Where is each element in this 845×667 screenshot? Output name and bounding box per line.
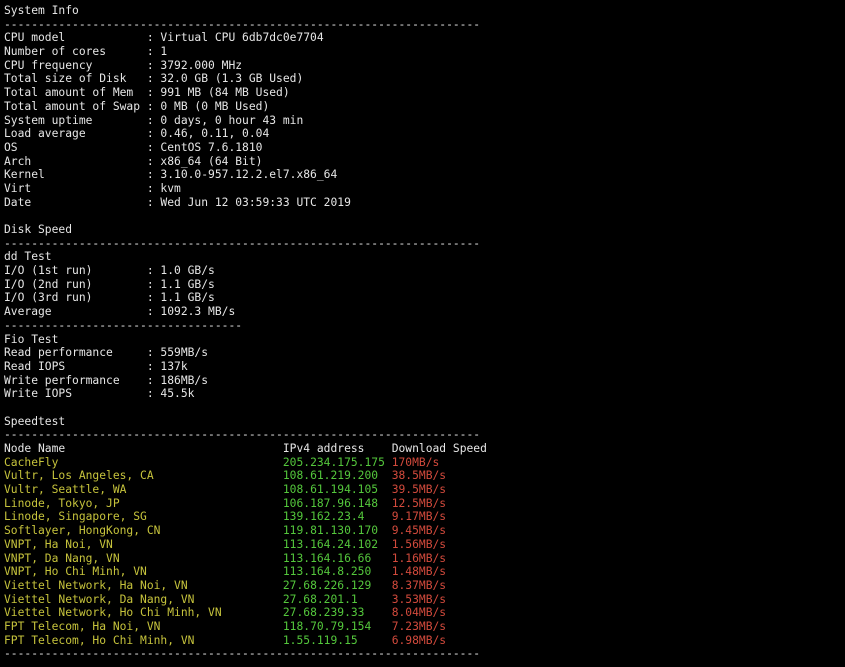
download-speed: 9.45MB/s bbox=[391, 524, 447, 538]
output-line: Average : 1092.3 MB/s bbox=[4, 305, 236, 319]
output-line: I/O (3rd run) : 1.1 GB/s bbox=[4, 291, 215, 305]
output-line: System Info bbox=[4, 4, 79, 17]
download-speed: 1.56MB/s bbox=[391, 537, 447, 551]
speedtest-header: Node Name IPv4 address Download Speed bbox=[4, 442, 487, 456]
speedtest-row: VNPT, Da Nang, VN 113.164.16.66 1.16MB/s bbox=[4, 552, 487, 566]
ipv4-address: 113.164.8.250 bbox=[282, 565, 392, 579]
node-name: CacheFly bbox=[4, 455, 283, 469]
download-speed: 1.16MB/s bbox=[391, 551, 447, 565]
terminal-output: System Info -----------------------------… bbox=[4, 4, 487, 661]
output-line: Load average : 0.46, 0.11, 0.04 bbox=[4, 127, 270, 141]
node-name: Linode, Tokyo, JP bbox=[4, 496, 283, 510]
node-name: FPT Telecom, Ha Noi, VN bbox=[4, 619, 283, 633]
column-ipv4: IPv4 address bbox=[282, 442, 392, 455]
download-speed: 8.37MB/s bbox=[391, 578, 447, 592]
ipv4-address: 27.68.226.129 bbox=[282, 578, 392, 592]
output-line: Number of cores : 1 bbox=[4, 45, 168, 59]
speedtest-row: Vultr, Los Angeles, CA 108.61.219.200 38… bbox=[4, 469, 487, 483]
speedtest-row: FPT Telecom, Ho Chi Minh, VN 1.55.119.15… bbox=[4, 634, 487, 648]
speedtest-row: VNPT, Ho Chi Minh, VN 113.164.8.250 1.48… bbox=[4, 565, 487, 579]
output-line: Kernel : 3.10.0-957.12.2.el7.x86_64 bbox=[4, 168, 338, 182]
ipv4-address: 27.68.239.33 bbox=[282, 606, 392, 620]
ipv4-address: 113.164.16.66 bbox=[282, 551, 392, 565]
download-speed: 3.53MB/s bbox=[391, 592, 447, 606]
node-name: Viettel Network, Ha Noi, VN bbox=[4, 578, 283, 592]
speedtest-row: Viettel Network, Da Nang, VN 27.68.201.1… bbox=[4, 593, 487, 607]
output-line: Write IOPS : 45.5k bbox=[4, 387, 195, 401]
download-speed: 8.04MB/s bbox=[391, 606, 447, 620]
speedtest-row: Viettel Network, Ho Chi Minh, VN 27.68.2… bbox=[4, 606, 487, 620]
output-line: Write performance : 186MB/s bbox=[4, 373, 209, 387]
output-line: Read performance : 559MB/s bbox=[4, 346, 209, 360]
download-speed: 38.5MB/s bbox=[391, 469, 447, 483]
node-name: Viettel Network, Da Nang, VN bbox=[4, 592, 283, 606]
ipv4-address: 108.61.194.105 bbox=[282, 483, 392, 497]
download-speed: 39.5MB/s bbox=[391, 483, 447, 497]
output-line: Fio Test bbox=[4, 332, 59, 346]
ipv4-address: 113.164.24.102 bbox=[282, 537, 392, 551]
divider-line: ----------------------------------------… bbox=[4, 17, 481, 31]
output-line: Total amount of Mem : 991 MB (84 MB Used… bbox=[4, 86, 290, 100]
output-line: I/O (2nd run) : 1.1 GB/s bbox=[4, 277, 215, 291]
speedtest-row: Softlayer, HongKong, CN 119.81.130.170 9… bbox=[4, 524, 487, 538]
node-name: Linode, Singapore, SG bbox=[4, 510, 283, 524]
download-speed: 7.23MB/s bbox=[391, 619, 447, 633]
speedtest-row: Vultr, Seattle, WA 108.61.194.105 39.5MB… bbox=[4, 483, 487, 497]
output-line: Virt : kvm bbox=[4, 181, 181, 195]
download-speed: 170MB/s bbox=[391, 455, 440, 469]
divider-line: ----------------------------------------… bbox=[4, 647, 481, 661]
output-line: I/O (1st run) : 1.0 GB/s bbox=[4, 264, 215, 278]
output-line: Arch : x86_64 (64 Bit) bbox=[4, 154, 263, 168]
output-line: CPU model : Virtual CPU 6db7dc0e7704 bbox=[4, 31, 324, 45]
download-speed: 6.98MB/s bbox=[391, 633, 447, 647]
ipv4-address: 108.61.219.200 bbox=[282, 469, 392, 483]
download-speed: 1.48MB/s bbox=[391, 565, 447, 579]
ipv4-address: 205.234.175.175 bbox=[282, 455, 392, 469]
speedtest-row: Viettel Network, Ha Noi, VN 27.68.226.12… bbox=[4, 579, 487, 593]
output-line: System uptime : 0 days, 0 hour 43 min bbox=[4, 113, 304, 127]
ipv4-address: 139.162.23.4 bbox=[282, 510, 392, 524]
download-speed: 9.17MB/s bbox=[391, 510, 447, 524]
output-line: CPU frequency : 3792.000 MHz bbox=[4, 58, 243, 72]
ipv4-address: 119.81.130.170 bbox=[282, 524, 392, 538]
output-line: Total amount of Swap : 0 MB (0 MB Used) bbox=[4, 99, 270, 113]
output-line: Total size of Disk : 32.0 GB (1.3 GB Use… bbox=[4, 72, 304, 86]
output-line: Speedtest bbox=[4, 414, 66, 428]
speedtest-row: CacheFly 205.234.175.175 170MB/s bbox=[4, 456, 487, 470]
speedtest-row: FPT Telecom, Ha Noi, VN 118.70.79.154 7.… bbox=[4, 620, 487, 634]
speedtest-row: Linode, Tokyo, JP 106.187.96.148 12.5MB/… bbox=[4, 497, 487, 511]
node-name: VNPT, Ha Noi, VN bbox=[4, 537, 283, 551]
node-name: Viettel Network, Ho Chi Minh, VN bbox=[4, 606, 283, 620]
ipv4-address: 106.187.96.148 bbox=[282, 496, 392, 510]
ipv4-address: 118.70.79.154 bbox=[282, 619, 392, 633]
column-node-name: Node Name bbox=[4, 442, 283, 455]
node-name: Vultr, Los Angeles, CA bbox=[4, 469, 283, 483]
ipv4-address: 1.55.119.15 bbox=[282, 633, 392, 647]
output-line: OS : CentOS 7.6.1810 bbox=[4, 140, 263, 154]
speedtest-row: VNPT, Ha Noi, VN 113.164.24.102 1.56MB/s bbox=[4, 538, 487, 552]
column-download-speed: Download Speed bbox=[391, 442, 487, 455]
download-speed: 12.5MB/s bbox=[391, 496, 447, 510]
divider-line: ----------------------------------- bbox=[4, 318, 243, 332]
node-name: Softlayer, HongKong, CN bbox=[4, 524, 283, 538]
node-name: Vultr, Seattle, WA bbox=[4, 483, 283, 497]
output-line: Read IOPS : 137k bbox=[4, 359, 188, 373]
speedtest-row: Linode, Singapore, SG 139.162.23.4 9.17M… bbox=[4, 510, 487, 524]
divider-line: ----------------------------------------… bbox=[4, 428, 481, 442]
divider-line: ----------------------------------------… bbox=[4, 236, 481, 250]
output-line: dd Test bbox=[4, 250, 52, 264]
output-line: Disk Speed bbox=[4, 223, 73, 236]
node-name: VNPT, Ho Chi Minh, VN bbox=[4, 565, 283, 579]
node-name: VNPT, Da Nang, VN bbox=[4, 551, 283, 565]
output-line: Date : Wed Jun 12 03:59:33 UTC 2019 bbox=[4, 195, 351, 209]
ipv4-address: 27.68.201.1 bbox=[282, 592, 392, 606]
node-name: FPT Telecom, Ho Chi Minh, VN bbox=[4, 633, 283, 647]
